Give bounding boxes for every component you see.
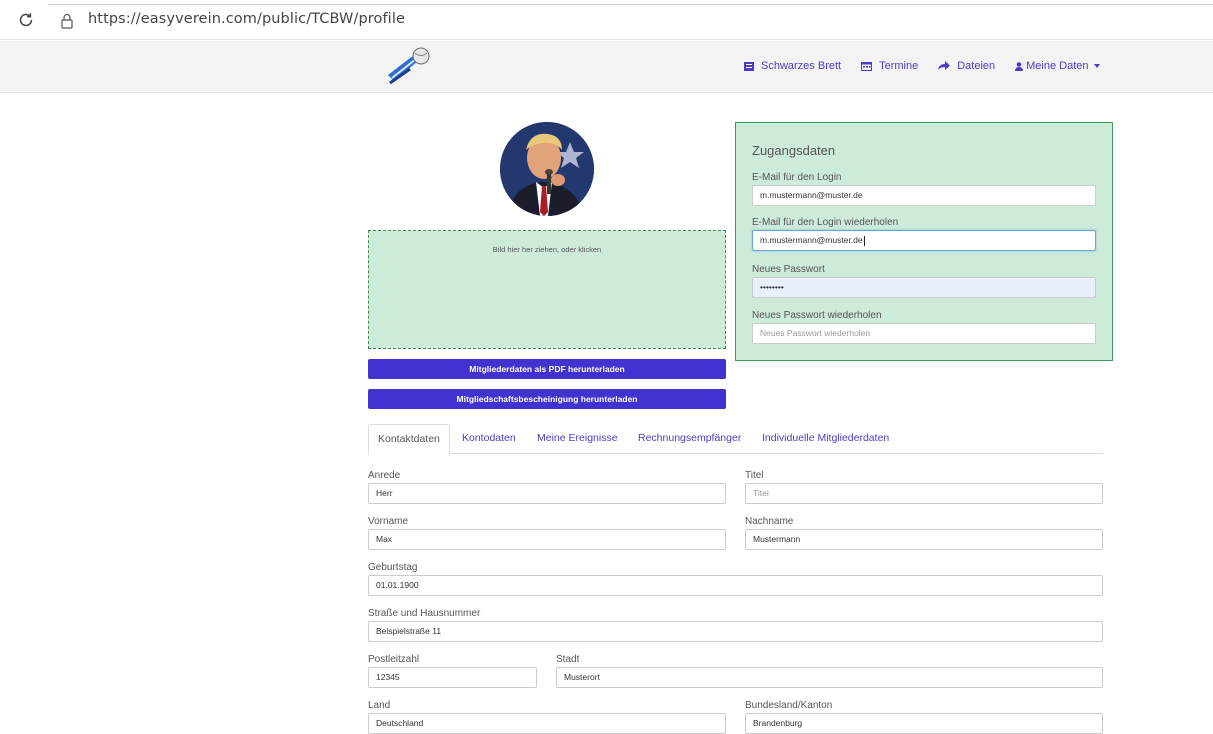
- share-arrow-icon: [938, 61, 951, 70]
- main-nav: Schwarzes Brett Termine Dateien Meine Da…: [744, 60, 1100, 72]
- email-value: m.mustermann@muster.de: [760, 190, 863, 200]
- email-field[interactable]: m.mustermann@muster.de: [752, 185, 1096, 206]
- nav-item-meine-daten[interactable]: Meine Daten: [1015, 60, 1100, 72]
- password-repeat-placeholder: Neues Passwort wiederholen: [760, 328, 871, 338]
- nav-item-dateien[interactable]: Dateien: [938, 60, 995, 72]
- nav-label: Meine Daten: [1026, 60, 1089, 72]
- password-repeat-field[interactable]: Neues Passwort wiederholen: [752, 323, 1096, 344]
- plz-field[interactable]: 12345: [368, 667, 537, 688]
- email-repeat-value: m.mustermann@muster.de: [760, 235, 863, 245]
- email-repeat-label: E-Mail für den Login wiederholen: [752, 217, 899, 228]
- plz-value: 12345: [376, 672, 400, 682]
- email-label: E-Mail für den Login: [752, 172, 842, 183]
- nachname-label: Nachname: [745, 516, 794, 527]
- bundesland-field[interactable]: Brandenburg: [745, 713, 1103, 734]
- tab-meine-ereignisse[interactable]: Meine Ereignisse: [537, 424, 618, 454]
- login-credentials-panel: Zugangsdaten E-Mail für den Login m.must…: [735, 122, 1113, 361]
- profile-tabs: Kontaktdaten Kontodaten Meine Ereignisse…: [368, 424, 1103, 455]
- profile-photo: [500, 122, 594, 216]
- titel-field[interactable]: Titel: [745, 483, 1103, 504]
- calendar-icon: [861, 62, 873, 71]
- download-pdf-button[interactable]: Mitgliederdaten als PDF herunterladen: [368, 359, 726, 379]
- tab-strip-divider: [48, 4, 1213, 5]
- strasse-value: Beispielstraße 11: [376, 626, 442, 636]
- stadt-field[interactable]: Musterort: [556, 667, 1103, 688]
- vorname-label: Vorname: [368, 516, 409, 527]
- geburtstag-field[interactable]: 01.01.1900: [368, 575, 1103, 596]
- land-field[interactable]: Deutschland: [368, 713, 726, 734]
- email-repeat-field[interactable]: m.mustermann@muster.de: [752, 230, 1096, 251]
- nav-item-termine[interactable]: Termine: [861, 60, 918, 72]
- stadt-value: Musterort: [564, 672, 600, 682]
- vorname-field[interactable]: Max: [368, 529, 726, 550]
- bundesland-value: Brandenburg: [753, 718, 803, 728]
- tab-rechnungsempfaenger[interactable]: Rechnungsempfänger: [638, 424, 741, 454]
- plz-label: Postleitzahl: [368, 654, 420, 665]
- panel-title: Zugangsdaten: [752, 143, 836, 158]
- lock-icon[interactable]: [60, 13, 74, 29]
- reload-icon[interactable]: [16, 10, 36, 30]
- titel-label: Titel: [745, 470, 764, 481]
- anrede-label: Anrede: [368, 470, 401, 481]
- password-value: ••••••••: [760, 282, 784, 292]
- password-field[interactable]: ••••••••: [752, 277, 1096, 298]
- nav-label: Termine: [879, 60, 919, 72]
- anrede-field[interactable]: Herr: [368, 483, 726, 504]
- browser-address-bar: https://easyverein.com/public/TCBW/profi…: [0, 0, 1213, 40]
- stadt-label: Stadt: [556, 654, 580, 665]
- download-certificate-button[interactable]: Mitgliedschaftsbescheinigung herunterlad…: [368, 389, 726, 409]
- chevron-down-icon: [1093, 64, 1100, 68]
- avatar[interactable]: [500, 122, 594, 216]
- bundesland-label: Bundesland/Kanton: [745, 700, 833, 711]
- site-header: Schwarzes Brett Termine Dateien Meine Da…: [0, 41, 1213, 93]
- nachname-value: Mustermann: [753, 534, 801, 544]
- tab-individuelle-mitgliederdaten[interactable]: Individuelle Mitgliederdaten: [762, 424, 889, 454]
- strasse-label: Straße und Hausnummer: [368, 608, 481, 619]
- password-repeat-label: Neues Passwort wiederholen: [752, 310, 882, 321]
- tab-kontaktdaten[interactable]: Kontaktdaten: [368, 424, 450, 455]
- strasse-field[interactable]: Beispielstraße 11: [368, 621, 1103, 642]
- club-logo-icon[interactable]: [384, 45, 434, 87]
- nachname-field[interactable]: Mustermann: [745, 529, 1103, 550]
- nav-item-schwarzes-brett[interactable]: Schwarzes Brett: [744, 60, 841, 72]
- password-label: Neues Passwort: [752, 264, 825, 275]
- geburtstag-value: 01.01.1900: [376, 580, 419, 590]
- image-dropzone[interactable]: Bild hier her ziehen, oder klicken: [368, 230, 726, 349]
- land-value: Deutschland: [376, 718, 424, 728]
- tab-kontodaten[interactable]: Kontodaten: [462, 424, 516, 454]
- newspaper-icon: [744, 61, 754, 71]
- text-cursor: [863, 235, 865, 246]
- titel-placeholder: Titel: [753, 488, 769, 498]
- anrede-value: Herr: [376, 488, 393, 498]
- land-label: Land: [368, 700, 391, 711]
- geburtstag-label: Geburtstag: [368, 562, 418, 573]
- url-text[interactable]: https://easyverein.com/public/TCBW/profi…: [88, 11, 405, 27]
- dropzone-text: Bild hier her ziehen, oder klicken: [492, 245, 602, 254]
- nav-label: Dateien: [957, 60, 996, 72]
- user-icon: [1015, 61, 1024, 71]
- vorname-value: Max: [376, 534, 393, 544]
- nav-label: Schwarzes Brett: [761, 60, 842, 72]
